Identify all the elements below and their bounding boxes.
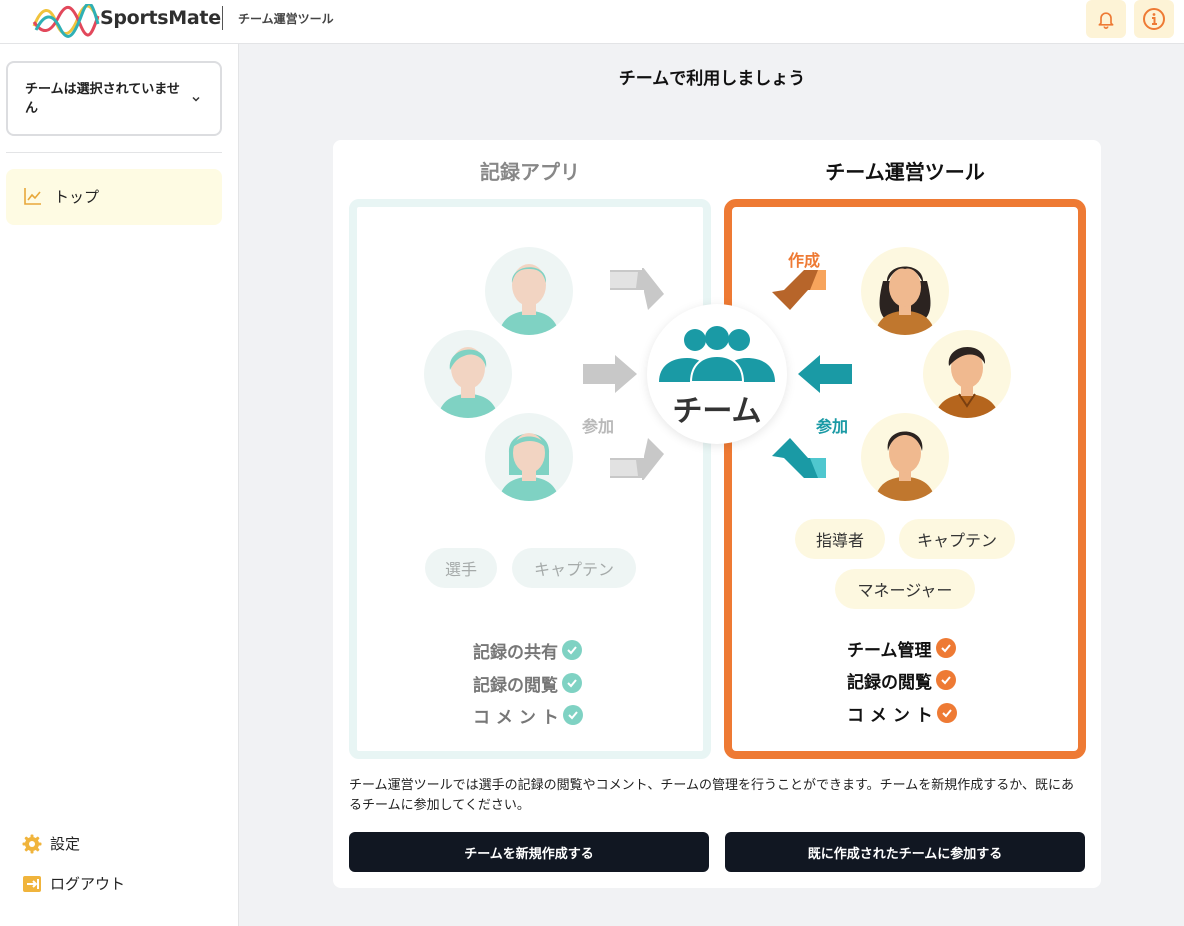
app-header: SportsMate チーム運営ツール <box>0 0 1184 44</box>
role-tag: 指導者 <box>795 519 885 559</box>
captain-avatar <box>923 330 1011 418</box>
feature-label: 記録の共有 <box>473 642 558 663</box>
create-team-button[interactable]: チームを新規作成する <box>349 832 709 872</box>
team-select-value: チームは選択されていません <box>25 82 180 116</box>
arrow-diagonal-up-icon <box>610 438 664 480</box>
feature-label: チーム管理 <box>847 640 932 661</box>
team-circle: チーム <box>647 304 787 444</box>
sidebar-item-logout[interactable]: ログアウト <box>22 872 202 896</box>
feature-item: コ メ ン ト <box>473 703 583 728</box>
captain-icon <box>935 346 999 418</box>
feature-label: 記録の閲覧 <box>473 675 558 696</box>
notifications-button[interactable] <box>1086 0 1126 38</box>
player-avatar <box>485 413 573 501</box>
arrow-create-icon <box>772 270 826 310</box>
feature-label: コ メ ン ト <box>847 705 933 726</box>
info-button[interactable] <box>1134 0 1174 38</box>
sidebar: チームは選択されていません トップ 設定 ログアウト <box>0 44 239 926</box>
chart-line-icon <box>24 188 41 205</box>
app-name: チーム運営ツール <box>238 12 334 26</box>
manager-icon <box>875 431 935 501</box>
arrow-diagonal-down-icon <box>610 268 664 310</box>
arrow-left-icon <box>798 355 852 393</box>
check-icon <box>562 705 583 725</box>
feature-item: チーム管理 <box>847 636 956 661</box>
check-icon <box>562 640 582 660</box>
settings-label: 設定 <box>50 835 81 853</box>
join-label-left: 参加 <box>582 417 615 436</box>
gear-icon <box>22 834 42 854</box>
feature-label: コ メ ン ト <box>473 707 559 728</box>
chevron-down-icon <box>192 96 200 102</box>
player-icon <box>438 347 498 418</box>
description-text: チーム運営ツールでは選手の記録の閲覧やコメント、チームの管理を行うことができます… <box>349 778 1075 813</box>
join-team-button[interactable]: 既に作成されたチームに参加する <box>725 832 1085 872</box>
record-app-title: 記録アプリ <box>480 160 580 184</box>
page-title: チームで利用しましょう <box>618 69 806 89</box>
bell-icon <box>1098 12 1114 29</box>
join-label-right: 参加 <box>816 417 849 436</box>
coach-icon <box>875 266 935 335</box>
player-icon <box>499 264 559 335</box>
sidebar-item-top[interactable]: トップ <box>6 169 222 225</box>
player-avatar <box>485 247 573 335</box>
team-icon <box>659 326 775 383</box>
arrow-right-icon <box>583 355 637 393</box>
feature-item: 記録の共有 <box>473 638 582 663</box>
feature-item: コ メ ン ト <box>847 701 957 726</box>
role-tag: キャプテン <box>899 519 1015 559</box>
check-icon <box>935 638 956 658</box>
sidebar-item-label: トップ <box>54 188 100 206</box>
role-tag: マネージャー <box>835 569 975 609</box>
arrow-join-icon <box>772 438 826 478</box>
brand-name[interactable]: SportsMate <box>100 7 221 29</box>
check-icon <box>936 670 956 690</box>
feature-item: 記録の閲覧 <box>473 671 582 696</box>
team-select[interactable]: チームは選択されていません <box>6 61 222 136</box>
info-icon <box>1143 8 1165 30</box>
management-tool-title: チーム運営ツール <box>825 160 985 184</box>
player-avatar <box>424 330 512 418</box>
sidebar-divider <box>6 152 222 153</box>
sidebar-item-settings[interactable]: 設定 <box>22 832 202 856</box>
feature-item: 記録の閲覧 <box>847 668 956 693</box>
logout-icon <box>23 876 41 892</box>
feature-label: 記録の閲覧 <box>847 672 932 693</box>
team-label: チーム <box>672 394 762 429</box>
check-icon <box>562 673 582 693</box>
role-tag: キャプテン <box>512 548 636 588</box>
role-tag: 選手 <box>425 548 497 588</box>
player-icon <box>499 433 559 501</box>
coach-avatar <box>861 247 949 335</box>
logout-label: ログアウト <box>50 875 126 893</box>
manager-avatar <box>861 413 949 501</box>
header-divider <box>222 6 223 30</box>
check-icon <box>936 703 957 723</box>
sportsmate-logo-icon[interactable] <box>32 4 100 38</box>
